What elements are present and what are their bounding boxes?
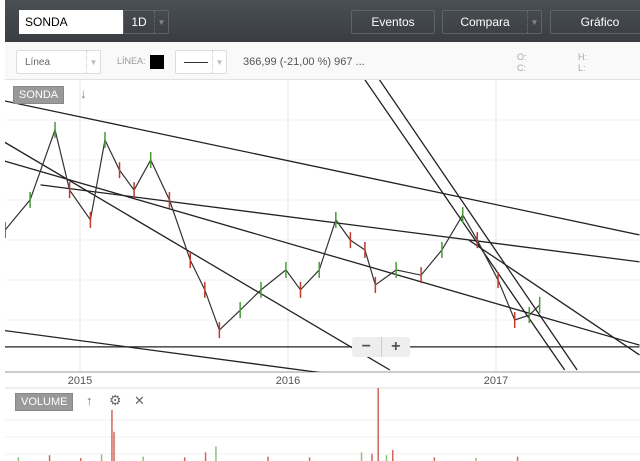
price-panel-label[interactable]: SONDA bbox=[13, 86, 65, 104]
volume-bar bbox=[17, 457, 20, 461]
trendline bbox=[468, 239, 640, 356]
symbol-input[interactable] bbox=[19, 10, 123, 34]
top-bar: 1D ▼ Eventos Compara ▼ Gráfico bbox=[5, 0, 640, 42]
volume-bar bbox=[433, 457, 436, 461]
x-tick-label: 2015 bbox=[68, 375, 92, 387]
arrow-down-icon[interactable]: ↓ bbox=[80, 86, 87, 101]
line-label: LÍNEA: bbox=[117, 56, 146, 66]
volume-bar bbox=[267, 456, 269, 461]
price-chart[interactable]: 2015 2016 2017 bbox=[5, 80, 640, 461]
volume-bar bbox=[113, 431, 115, 461]
volume-bar bbox=[308, 457, 311, 461]
chevron-down-icon: ▼ bbox=[154, 11, 168, 33]
chevron-down-icon: ▼ bbox=[527, 11, 541, 33]
volume-bar bbox=[48, 455, 51, 461]
zoom-in-button[interactable]: + bbox=[380, 337, 411, 357]
trendline bbox=[378, 80, 578, 371]
volume-bar bbox=[377, 388, 379, 461]
zoom-control: − + bbox=[352, 337, 410, 357]
chart-type-label: Línea bbox=[25, 57, 51, 68]
line-style-icon bbox=[184, 62, 208, 63]
line-color-swatch[interactable] bbox=[150, 55, 164, 69]
grafico-button[interactable]: Gráfico bbox=[550, 10, 640, 34]
chart-toolbar: Línea ▼ LÍNEA: ▼ 366,99 (-21,00 %) 967 ..… bbox=[5, 42, 640, 80]
volume-bar bbox=[204, 452, 207, 461]
high-label: H: bbox=[578, 52, 587, 62]
compara-button[interactable]: Compara ▼ bbox=[442, 10, 542, 34]
gear-icon[interactable]: ⚙ bbox=[109, 392, 122, 409]
arrow-up-icon[interactable]: ↑ bbox=[86, 393, 93, 408]
interval-label: 1D bbox=[131, 15, 147, 29]
trendline bbox=[40, 184, 640, 263]
trendline bbox=[364, 80, 566, 371]
volume-bar bbox=[371, 453, 373, 461]
chevron-down-icon: ▼ bbox=[86, 51, 100, 73]
chart-type-select[interactable]: Línea ▼ bbox=[16, 50, 101, 74]
volume-bar bbox=[392, 450, 394, 461]
x-tick-label: 2016 bbox=[276, 375, 300, 387]
eventos-label: Eventos bbox=[371, 15, 415, 29]
chevron-down-icon: ▼ bbox=[212, 51, 226, 73]
low-label: L: bbox=[578, 63, 586, 73]
zoom-out-button[interactable]: − bbox=[352, 337, 381, 357]
volume-bar bbox=[516, 456, 519, 461]
volume-panel-label[interactable]: VOLUME bbox=[15, 393, 74, 411]
volume-bar bbox=[360, 452, 363, 461]
line-style-select[interactable]: ▼ bbox=[175, 50, 227, 74]
close-label: C: bbox=[517, 63, 526, 73]
trendline bbox=[5, 329, 321, 372]
volume-bar bbox=[111, 409, 113, 461]
quote-text: 366,99 (-21,00 %) 967 ... bbox=[243, 56, 365, 68]
eventos-button[interactable]: Eventos bbox=[351, 10, 435, 34]
volume-bar bbox=[385, 455, 388, 461]
trendline bbox=[5, 160, 640, 346]
close-icon[interactable]: ✕ bbox=[134, 393, 145, 409]
interval-select[interactable]: 1D ▼ bbox=[123, 10, 169, 34]
trendline bbox=[5, 141, 391, 371]
volume-bar bbox=[100, 454, 103, 461]
volume-bar bbox=[142, 456, 144, 461]
open-label: O: bbox=[517, 52, 527, 62]
x-tick-label: 2017 bbox=[484, 375, 508, 387]
compara-label: Compara bbox=[460, 15, 510, 29]
volume-bar bbox=[215, 446, 217, 461]
grafico-label: Gráfico bbox=[580, 15, 620, 29]
volume-bar bbox=[184, 457, 186, 461]
